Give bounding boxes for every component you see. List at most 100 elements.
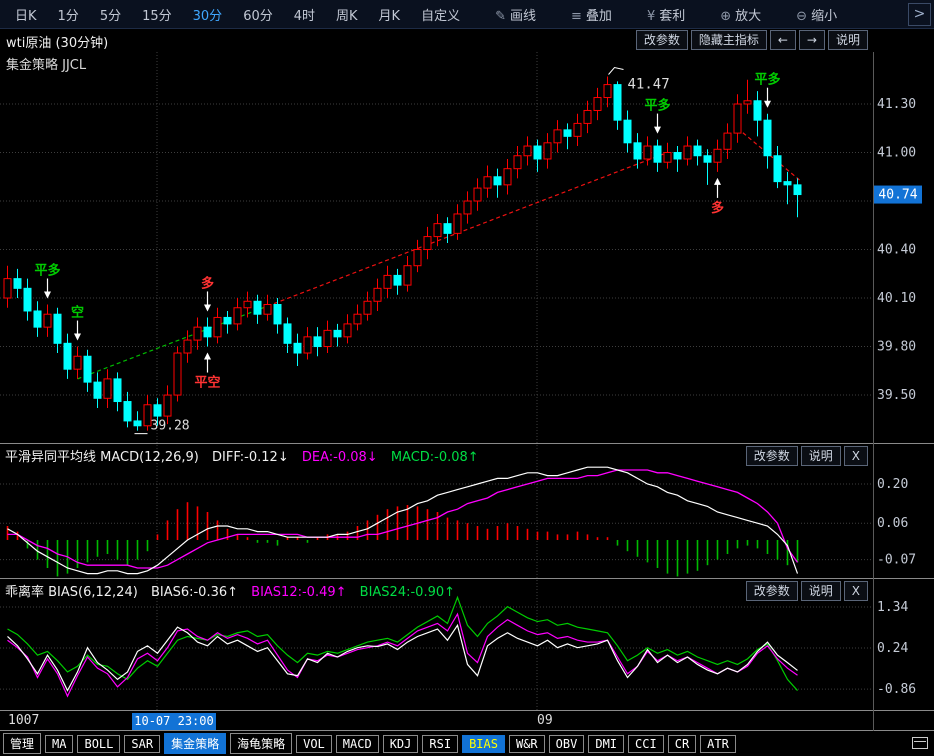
info-button[interactable]: 说明 (828, 30, 868, 50)
tab-15分[interactable]: 15分 (137, 3, 177, 26)
macd-dea-value: DEA:-0.08↓ (302, 450, 378, 465)
bias24-value: BIAS24:-0.90↑ (360, 585, 455, 600)
macd-diff-value: DIFF:-0.12↓ (212, 450, 289, 465)
bias12-value: BIAS12:-0.49↑ (251, 585, 346, 600)
change-params-button[interactable]: 改参数 (746, 581, 798, 601)
time-axis-left-label: 1007 (8, 713, 39, 728)
tab-60分[interactable]: 60分 (238, 3, 278, 26)
svg-text:39.80: 39.80 (877, 340, 916, 355)
trading-app-window: 日K 1分 5分 15分 30分 60分 4时周K 月K 自定义 ✎画线 ≡叠加 ¥套利 ⊕放大 ⊖缩小 >… (0, 0, 934, 756)
layers-icon: ≡ (571, 9, 582, 24)
info-bar-buttons: 改参数隐藏主指标←→说明 (633, 30, 868, 50)
candlestick-chart[interactable]: 41.3041.0040.4040.1039.8039.50平多空多平空平多多平… (0, 52, 934, 443)
tab-1分[interactable]: 1分 (53, 3, 84, 26)
bias-panel[interactable]: 1.34 0.24 -0.86 乖离率 BIAS(6,12,24) BIAS6:-0… (0, 580, 934, 710)
svg-text:41.30: 41.30 (877, 97, 916, 112)
change-params-button[interactable]: 改参数 (636, 30, 688, 50)
indicator-tab-MA[interactable]: MA (45, 735, 73, 753)
svg-text:平多: 平多 (754, 72, 780, 88)
window-icon[interactable] (912, 737, 928, 749)
bottom-toolbar: 管理MABOLLSAR集金策略海龟策略VOLMACDKDJRSIBIASW&RO… (0, 731, 934, 756)
svg-text:0.06: 0.06 (877, 516, 908, 531)
indicator-tab-DMI[interactable]: DMI (588, 735, 624, 753)
svg-text:平多: 平多 (644, 98, 670, 114)
indicator-tab-KDJ[interactable]: KDJ (383, 735, 419, 753)
tab-画线[interactable]: ✎画线 (490, 3, 541, 26)
tab-日K[interactable]: 日K (10, 3, 42, 26)
info-bar: wti原油 (30分钟) 改参数隐藏主指标←→说明 (0, 29, 934, 52)
tab-周K[interactable]: 周K (331, 3, 363, 26)
svg-text:多: 多 (711, 200, 724, 216)
bias6-value: BIAS6:-0.36↑ (151, 585, 238, 600)
change-params-button[interactable]: 改参数 (746, 446, 798, 466)
bias-title: 乖离率 BIAS(6,12,24) (5, 585, 138, 600)
hide-indicator-button[interactable]: 隐藏主指标 (691, 30, 767, 50)
close-button[interactable]: X (844, 446, 868, 466)
tab-30分[interactable]: 30分 (188, 3, 228, 26)
top-toolbar: 日K 1分 5分 15分 30分 60分 4时周K 月K 自定义 ✎画线 ≡叠加 ¥套利 ⊕放大 ⊖缩小 > (0, 0, 934, 29)
zoom-out-icon: ⊖ (796, 9, 807, 24)
indicator-tab-CCI[interactable]: CCI (628, 735, 664, 753)
svg-text:39.28: 39.28 (151, 419, 190, 434)
indicator-tab-BOLL[interactable]: BOLL (77, 735, 120, 753)
svg-text:40.74: 40.74 (878, 188, 917, 203)
tab-叠加[interactable]: ≡叠加 (566, 3, 617, 26)
strategy-label: 集金策略 JJCL (6, 54, 86, 73)
arbitrage-icon: ¥ (647, 9, 655, 24)
tab-自定义[interactable]: 自定义 (416, 3, 465, 26)
svg-text:40.40: 40.40 (877, 243, 916, 258)
prev-arrow-button[interactable]: ← (770, 30, 796, 50)
bias-header: 乖离率 BIAS(6,12,24) BIAS6:-0.36↑ BIAS12:-0… (5, 581, 464, 600)
svg-text:-0.86: -0.86 (877, 682, 916, 697)
indicator-tab-ATR[interactable]: ATR (700, 735, 736, 753)
svg-text:平空: 平空 (194, 375, 220, 391)
toolbar-more-button[interactable]: > (908, 3, 931, 26)
info-button[interactable]: 说明 (801, 446, 841, 466)
indicator-tab-MACD[interactable]: MACD (336, 735, 379, 753)
time-axis-right-label: 09 (537, 713, 553, 728)
svg-text:40.10: 40.10 (877, 291, 916, 306)
indicator-tab-海龟策略[interactable]: 海龟策略 (230, 733, 292, 754)
info-button[interactable]: 说明 (801, 581, 841, 601)
main-chart-canvas[interactable]: 41.3041.0040.4040.1039.8039.50平多空多平空平多多平… (0, 52, 934, 443)
zoom-in-icon: ⊕ (720, 9, 731, 24)
indicator-tab-集金策略[interactable]: 集金策略 (164, 733, 226, 754)
tab-缩小[interactable]: ⊖缩小 (791, 3, 842, 26)
svg-text:空: 空 (71, 305, 84, 321)
indicator-tab-管理[interactable]: 管理 (3, 733, 41, 754)
macd-panel[interactable]: 0.20 0.06 -0.07 平滑异同平均线 MACD(12,26,9) DIFF… (0, 445, 934, 578)
close-button[interactable]: X (844, 581, 868, 601)
indicator-tab-RSI[interactable]: RSI (422, 735, 458, 753)
next-arrow-button[interactable]: → (799, 30, 825, 50)
indicator-tab-BIAS[interactable]: BIAS (462, 735, 505, 753)
svg-text:0.24: 0.24 (877, 641, 908, 656)
selected-time-badge: 10-07 23:00 (132, 713, 216, 730)
tab-套利[interactable]: ¥套利 (642, 3, 690, 26)
macd-buttons: 改参数说明X (743, 446, 868, 466)
svg-text:41.47: 41.47 (628, 77, 670, 93)
indicator-tab-VOL[interactable]: VOL (296, 735, 332, 753)
indicator-tab-W&R[interactable]: W&R (509, 735, 545, 753)
panel-divider (0, 578, 934, 579)
indicator-tab-CR[interactable]: CR (668, 735, 696, 753)
tab-4时[interactable]: 4时 (289, 3, 320, 26)
svg-text:-0.07: -0.07 (877, 553, 916, 568)
tab-月K[interactable]: 月K (374, 3, 406, 26)
pencil-icon: ✎ (495, 9, 506, 24)
time-axis: 1007 10-07 23:00 09 (0, 712, 934, 731)
indicator-tab-OBV[interactable]: OBV (549, 735, 585, 753)
tab-放大[interactable]: ⊕放大 (715, 3, 766, 26)
macd-title: 平滑异同平均线 MACD(12,26,9) (5, 450, 199, 465)
tab-5分[interactable]: 5分 (95, 3, 126, 26)
svg-text:多: 多 (201, 275, 214, 291)
svg-text:1.34: 1.34 (877, 600, 908, 615)
svg-text:39.50: 39.50 (877, 388, 916, 403)
svg-text:0.20: 0.20 (877, 477, 908, 492)
macd-macd-value: MACD:-0.08↑ (391, 450, 479, 465)
panel-divider (0, 443, 934, 444)
svg-text:41.00: 41.00 (877, 146, 916, 161)
panel-divider (0, 710, 934, 711)
macd-header: 平滑异同平均线 MACD(12,26,9) DIFF:-0.12↓ DEA:-0… (5, 446, 488, 465)
bias-buttons: 改参数说明X (743, 581, 868, 601)
indicator-tab-SAR[interactable]: SAR (124, 735, 160, 753)
